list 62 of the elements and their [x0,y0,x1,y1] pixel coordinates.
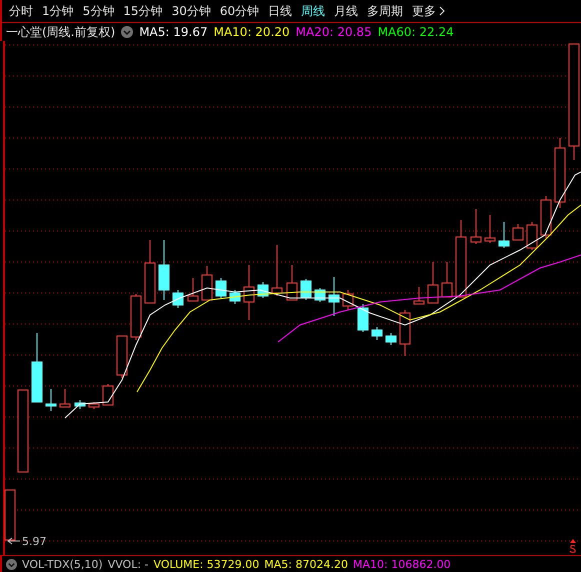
candlestick [172,290,184,308]
candlestick [130,294,142,340]
period-tab[interactable]: 月线 [334,2,358,20]
candlestick [74,400,86,410]
candlestick [526,222,538,250]
candlestick [244,264,254,320]
period-tab[interactable]: 1分钟 [42,2,74,20]
chevron-right-icon [439,6,446,16]
ma-value: MA60: 22.24 [378,25,454,39]
candlestick [328,276,340,316]
volume-value: MA5: 87024.20 [264,558,348,570]
period-tab[interactable]: 60分钟 [220,2,260,20]
candlestick [400,310,410,356]
candlestick [512,224,524,240]
candlestick [342,290,354,310]
candlestick [116,336,128,378]
candlestick [144,240,156,304]
candlestick [32,332,42,402]
candlestick [188,278,198,302]
period-tab[interactable]: 多周期 [367,2,404,20]
candlestick [4,490,16,540]
period-tab[interactable]: 15分钟 [123,2,163,20]
period-tab[interactable]: 日线 [268,2,292,20]
candlestick [428,262,438,304]
volume-value: MA10: 106862.00 [352,558,451,570]
candlestick [498,222,510,248]
candlestick [414,286,424,304]
candlestick [216,278,226,298]
candlestick [88,402,100,410]
scroll-marker-icon [570,539,576,553]
period-tab[interactable]: 分时 [9,2,33,20]
candlestick [386,332,396,346]
candlestick [60,388,70,408]
candlestick [470,208,482,244]
candlestick [286,264,298,300]
candlestick [358,304,368,332]
candlestick [442,262,452,298]
volume-value: VVOL: - [108,558,149,570]
candlestick [372,326,382,340]
candlestick [272,244,282,296]
volume-value: VOLUME: 53729.00 [154,558,260,570]
candlestick [202,266,212,300]
candlestick [540,196,552,238]
candlestick [484,214,496,244]
candlestick [258,282,268,298]
candlestick [158,240,170,300]
candlestick [554,138,566,208]
dropdown-circle-icon[interactable] [121,26,134,38]
dropdown-circle-icon[interactable] [6,558,17,570]
period-tab[interactable]: 更多 [412,2,446,20]
stock-title: 一心堂(周线.前复权) [6,24,116,40]
volume-value: VOL-TDX(5,10) [22,558,103,570]
period-tab[interactable]: 周线 [301,2,326,20]
ma-value: MA10: 20.20 [214,25,290,39]
candlestick [300,278,312,300]
period-tab[interactable]: 5分钟 [82,2,114,20]
ma-value: MA20: 20.85 [296,25,372,39]
candlestick [46,388,56,412]
ma-value: MA5: 19.67 [139,25,208,39]
period-tab[interactable]: 30分钟 [172,2,211,20]
candlestick [230,290,240,304]
candlestick [102,384,114,406]
